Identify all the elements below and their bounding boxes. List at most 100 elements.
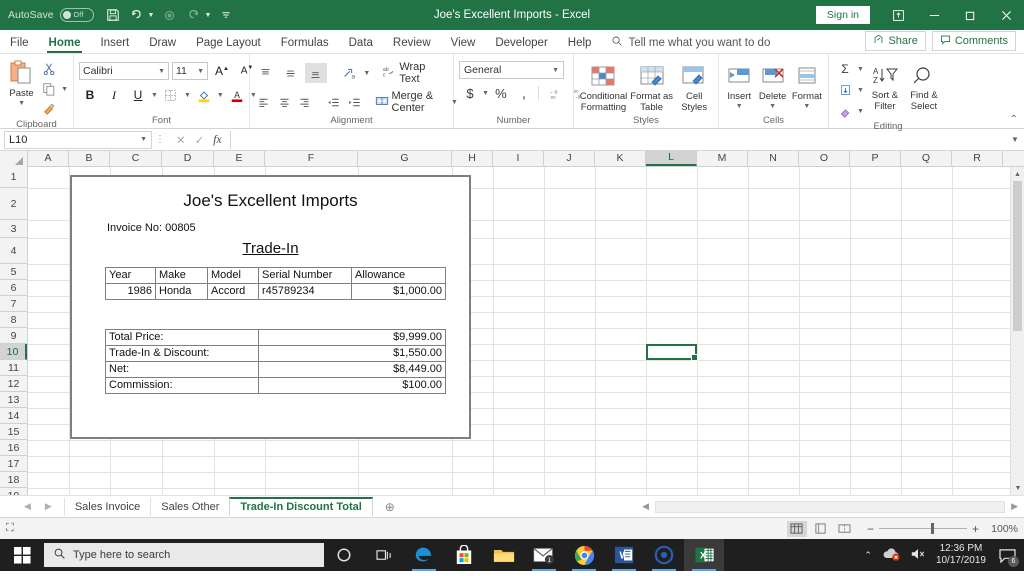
row-header-10[interactable]: 10 (0, 344, 27, 360)
scroll-up-icon[interactable]: ▲ (1011, 167, 1024, 181)
find-and-select-button[interactable]: Find & Select (906, 59, 942, 113)
row-header-11[interactable]: 11 (0, 360, 27, 376)
autosum-dropdown-icon[interactable]: ▼ (857, 66, 864, 73)
vertical-scrollbar-thumb[interactable] (1013, 181, 1022, 331)
column-header-R[interactable]: R (952, 151, 1003, 166)
column-header-G[interactable]: G (358, 151, 452, 166)
orientation-dropdown-icon[interactable]: ▼ (363, 70, 370, 77)
chrome-icon[interactable] (564, 539, 604, 571)
copy-icon[interactable] (38, 79, 60, 99)
word-icon[interactable]: W (604, 539, 644, 571)
row-header-5[interactable]: 5 (0, 264, 27, 280)
autosave-toggle[interactable]: AutoSave Off (8, 8, 94, 22)
accounting-format-icon[interactable]: $ (459, 83, 481, 103)
sign-in-button[interactable]: Sign in (815, 6, 870, 24)
increase-decimal-icon[interactable]: ←0.00 (545, 83, 567, 103)
taskbar-clock[interactable]: 12:36 PM 10/17/2019 (936, 543, 986, 568)
fill-color-dropdown-icon[interactable]: ▼ (217, 92, 224, 99)
taskbar-search-box[interactable]: Type here to search (44, 543, 324, 567)
start-icon[interactable] (0, 539, 44, 571)
tab-view[interactable]: View (441, 35, 486, 53)
tab-developer[interactable]: Developer (485, 35, 557, 53)
action-center-icon[interactable]: 6 (996, 544, 1019, 567)
cell-styles-button[interactable]: Cell Styles (675, 60, 713, 114)
format-painter-icon[interactable] (38, 99, 60, 119)
autosum-icon[interactable]: Σ (834, 59, 856, 79)
sheet-tab-trade-in-discount-total[interactable]: Trade-In Discount Total (229, 497, 373, 516)
increase-font-size-icon[interactable]: A▲ (211, 61, 233, 81)
restore-icon[interactable] (952, 0, 988, 30)
column-header-D[interactable]: D (162, 151, 214, 166)
column-header-F[interactable]: F (265, 151, 358, 166)
font-size-select[interactable]: 11 ▼ (172, 62, 208, 80)
accounting-dropdown-icon[interactable]: ▼ (482, 90, 489, 97)
orientation-icon[interactable]: a (339, 63, 361, 83)
row-header-17[interactable]: 17 (0, 456, 27, 472)
sort-and-filter-button[interactable]: AZ Sort & Filter (867, 59, 903, 113)
column-header-P[interactable]: P (850, 151, 901, 166)
column-header-B[interactable]: B (69, 151, 110, 166)
scroll-left-icon[interactable]: ◀ (642, 501, 649, 512)
align-middle-icon[interactable] (280, 63, 302, 83)
collapse-ribbon-icon[interactable]: ⌃ (1010, 114, 1018, 125)
row-header-4[interactable]: 4 (0, 238, 27, 264)
next-sheet-icon[interactable]: ▶ (45, 501, 52, 512)
settings-icon[interactable] (644, 539, 684, 571)
name-box[interactable]: L10 ▼ (4, 130, 152, 149)
zoom-control[interactable]: − + 100% (867, 522, 1018, 536)
grid-cells[interactable]: Joe's Excellent Imports Invoice No: 0080… (28, 167, 1024, 495)
tab-insert[interactable]: Insert (90, 35, 139, 53)
edge-icon[interactable] (404, 539, 444, 571)
undo-icon[interactable] (126, 4, 148, 26)
microsoft-store-icon[interactable] (444, 539, 484, 571)
italic-icon[interactable]: I (103, 85, 125, 105)
cut-icon[interactable] (38, 59, 60, 79)
selected-cell-L10[interactable] (646, 344, 698, 361)
file-explorer-icon[interactable] (484, 539, 524, 571)
delete-cells-button[interactable]: Delete ▼ (756, 60, 788, 111)
paste-dropdown-icon[interactable]: ▼ (18, 100, 25, 108)
conditional-formatting-button[interactable]: Conditional Formatting (579, 60, 628, 114)
show-hidden-icons-icon[interactable]: ⌃ (864, 550, 872, 561)
insert-cells-button[interactable]: Insert ▼ (724, 60, 754, 111)
column-header-J[interactable]: J (544, 151, 595, 166)
copy-dropdown-icon[interactable]: ▼ (61, 86, 68, 93)
redo-icon[interactable] (182, 4, 204, 26)
column-header-M[interactable]: M (697, 151, 748, 166)
column-header-A[interactable]: A (28, 151, 69, 166)
merge-and-center-button[interactable]: Merge & Center ▼ (375, 90, 458, 114)
repeat-icon[interactable] (158, 4, 180, 26)
scroll-down-icon[interactable]: ▼ (1011, 481, 1024, 495)
minimize-icon[interactable] (916, 0, 952, 30)
fill-dropdown-icon[interactable]: ▼ (857, 87, 864, 94)
fill-icon[interactable] (834, 80, 856, 100)
onedrive-error-icon[interactable] (882, 547, 900, 564)
decrease-indent-icon[interactable] (324, 92, 342, 112)
column-header-L[interactable]: L (646, 151, 697, 166)
autosave-switch[interactable]: Off (59, 8, 94, 22)
row-header-15[interactable]: 15 (0, 424, 27, 440)
fill-color-icon[interactable] (193, 85, 215, 105)
select-all-corner[interactable] (0, 151, 28, 167)
insert-dropdown-icon[interactable]: ▼ (736, 103, 743, 111)
row-header-8[interactable]: 8 (0, 312, 27, 328)
insert-function-icon[interactable]: fx (213, 134, 221, 146)
align-center-icon[interactable] (276, 92, 294, 112)
tab-page-layout[interactable]: Page Layout (186, 35, 271, 53)
tab-data[interactable]: Data (339, 35, 383, 53)
column-header-H[interactable]: H (452, 151, 493, 166)
vertical-scrollbar[interactable]: ▲ ▼ (1010, 167, 1024, 495)
enter-icon[interactable]: ✓ (195, 133, 205, 147)
tab-file[interactable]: File (0, 35, 39, 53)
tab-home[interactable]: Home (39, 35, 91, 53)
row-header-6[interactable]: 6 (0, 280, 27, 296)
row-header-9[interactable]: 9 (0, 328, 27, 344)
bold-icon[interactable]: B (79, 85, 101, 105)
zoom-out-button[interactable]: − (867, 522, 874, 536)
align-top-icon[interactable] (255, 63, 277, 83)
task-view-icon[interactable] (364, 539, 404, 571)
tab-help[interactable]: Help (558, 35, 602, 53)
zoom-in-button[interactable]: + (972, 522, 979, 536)
increase-indent-icon[interactable] (345, 92, 363, 112)
row-header-7[interactable]: 7 (0, 296, 27, 312)
